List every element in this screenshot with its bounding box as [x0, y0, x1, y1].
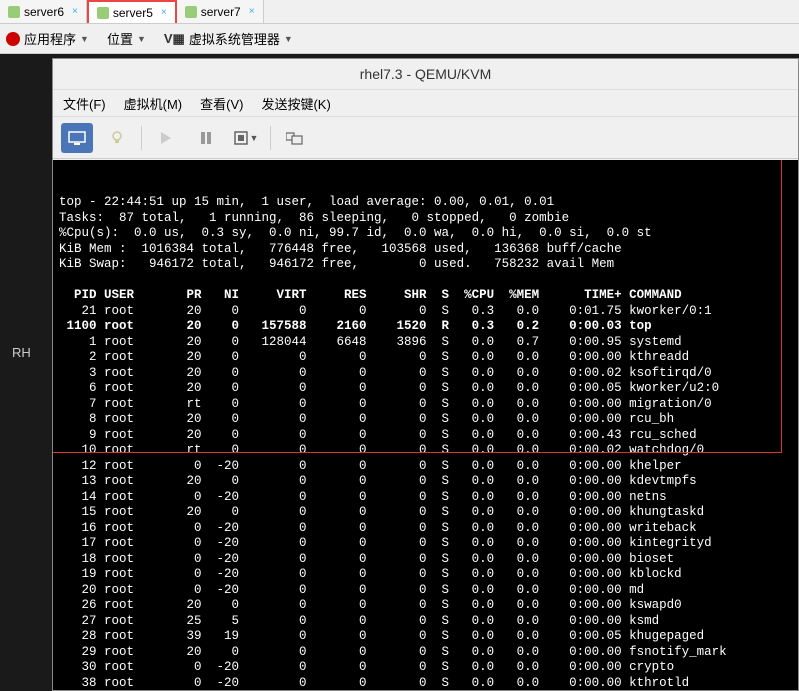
separator: [141, 126, 142, 150]
play-icon: [160, 131, 172, 145]
vmm-icon: V▦: [164, 31, 185, 47]
chevron-down-icon: ▼: [80, 34, 89, 44]
redhat-icon: [6, 32, 20, 46]
fullscreen-icon: [286, 131, 304, 145]
tab-label: server5: [113, 6, 153, 20]
vm-menu-bar: 文件(F) 虚拟机(M) 查看(V) 发送按键(K): [53, 89, 798, 117]
apps-label: 应用程序: [24, 29, 76, 48]
top-summary-line4: KiB Mem : 1016384 total, 776448 free, 10…: [59, 242, 622, 256]
tab-label: server7: [201, 5, 241, 19]
top-summary-line2: Tasks: 87 total, 1 running, 86 sleeping,…: [59, 211, 569, 225]
lightbulb-icon: [109, 130, 125, 146]
places-menu[interactable]: 位置 ▼: [107, 29, 146, 48]
vmm-menu[interactable]: V▦ 虚拟系统管理器 ▼: [164, 29, 293, 48]
terminal-output[interactable]: top - 22:44:51 up 15 min, 1 user, load a…: [53, 160, 798, 690]
close-icon[interactable]: ×: [72, 6, 78, 17]
location-label: 位置: [107, 29, 133, 48]
monitor-icon: [68, 131, 86, 145]
chevron-down-icon: ▼: [284, 34, 293, 44]
process-table: PID USER PR NI VIRT RES SHR S %CPU %MEM …: [59, 288, 727, 690]
tab-label: server6: [24, 5, 64, 19]
server-icon: [97, 7, 109, 19]
close-icon[interactable]: ×: [161, 7, 167, 18]
chevron-down-icon: ▼: [250, 133, 259, 143]
details-button[interactable]: [101, 123, 133, 153]
gnome-top-bar: 应用程序 ▼ 位置 ▼ V▦ 虚拟系统管理器 ▼: [0, 24, 799, 54]
stop-icon: [234, 131, 248, 145]
fullscreen-button[interactable]: [279, 123, 311, 153]
menu-view[interactable]: 查看(V): [200, 94, 243, 113]
top-summary-line3: %Cpu(s): 0.0 us, 0.3 sy, 0.0 ni, 99.7 id…: [59, 226, 652, 240]
applications-menu[interactable]: 应用程序 ▼: [6, 29, 89, 48]
vm-window: rhel7.3 - QEMU/KVM 文件(F) 虚拟机(M) 查看(V) 发送…: [52, 58, 799, 691]
server-icon: [8, 6, 20, 18]
tab-server5[interactable]: server5 ×: [87, 0, 177, 23]
menu-sendkey[interactable]: 发送按键(K): [261, 94, 330, 113]
close-icon[interactable]: ×: [249, 6, 255, 17]
top-summary-line5: KiB Swap: 946172 total, 946172 free, 0 u…: [59, 257, 614, 271]
menu-vm[interactable]: 虚拟机(M): [124, 94, 183, 113]
pause-icon: [200, 131, 212, 145]
rh-background-label: RH: [12, 345, 31, 360]
tab-server6[interactable]: server6 ×: [0, 0, 87, 23]
top-summary-line1: top - 22:44:51 up 15 min, 1 user, load a…: [59, 195, 554, 209]
pause-button[interactable]: [190, 123, 222, 153]
console-button[interactable]: [61, 123, 93, 153]
vm-toolbar: ▼: [53, 117, 798, 159]
editor-tabs: server6 × server5 × server7 ×: [0, 0, 799, 24]
vmm-label: 虚拟系统管理器: [189, 29, 280, 48]
server-icon: [185, 6, 197, 18]
separator: [270, 126, 271, 150]
run-button[interactable]: [150, 123, 182, 153]
menu-file[interactable]: 文件(F): [63, 94, 106, 113]
window-title: rhel7.3 - QEMU/KVM: [53, 59, 798, 89]
tab-server7[interactable]: server7 ×: [177, 0, 264, 23]
shutdown-button[interactable]: ▼: [230, 123, 262, 153]
chevron-down-icon: ▼: [137, 34, 146, 44]
